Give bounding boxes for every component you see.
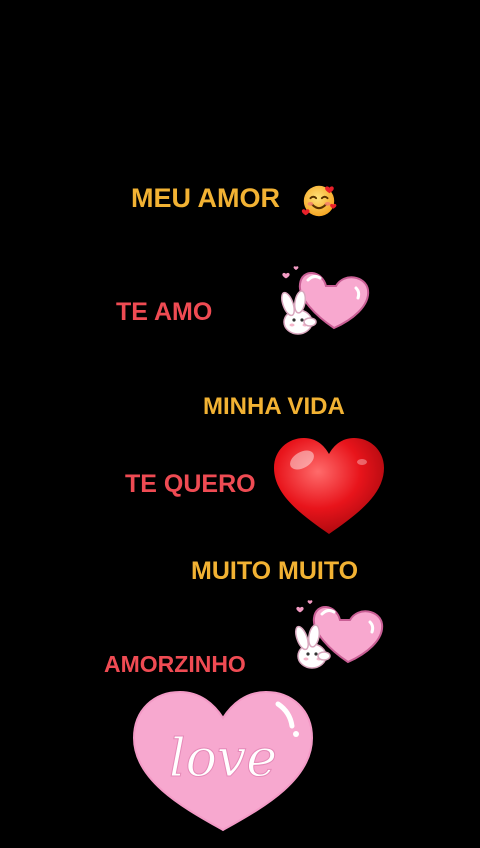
message-te-quero: TE QUERO <box>125 470 256 498</box>
love-heart-text: love <box>169 729 277 789</box>
message-amorzinho: AMORZINHO <box>104 651 246 677</box>
message-te-amo: TE AMO <box>116 298 213 326</box>
message-meu-amor: MEU AMOR <box>131 183 280 213</box>
bunny-hugging-heart-icon <box>281 266 370 335</box>
bunny-hugging-heart-icon <box>295 600 384 669</box>
message-muito-muito: MUITO MUITO <box>191 557 359 585</box>
smiling-face-with-hearts-icon <box>301 185 337 217</box>
pink-love-heart-icon: love <box>132 690 314 832</box>
message-minha-vida: MINHA VIDA <box>203 393 345 420</box>
red-heart-icon <box>274 438 384 534</box>
